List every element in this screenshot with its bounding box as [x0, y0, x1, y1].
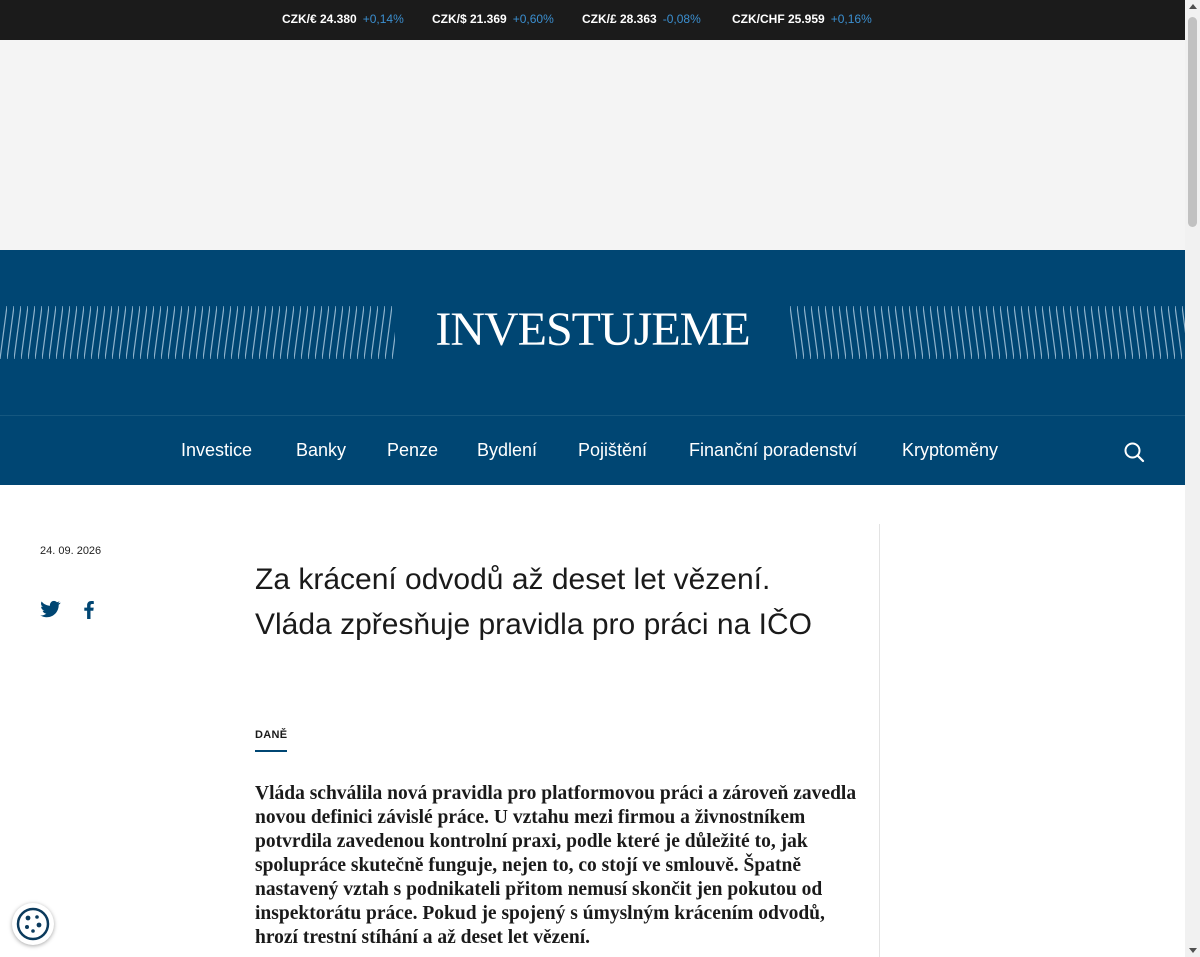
nav-item-banky[interactable]: Banky — [296, 440, 346, 461]
sidebar-divider — [879, 524, 880, 957]
ticker-change: +0,16% — [830, 12, 872, 26]
scroll-down-arrow-icon[interactable] — [1189, 948, 1197, 953]
ticker-item-usd: CZK/$ 21.369 +0,60% — [432, 12, 554, 26]
article-perex: Vláda schválila nová pravidla pro platfo… — [255, 783, 857, 948]
ticker-item-gbp: CZK/£ 28.363 -0,08% — [582, 12, 701, 26]
scrollbar-thumb[interactable] — [1188, 17, 1197, 227]
search-icon — [1124, 442, 1145, 463]
article-title: Za krácení odvodů až deset let vězení. V… — [255, 563, 812, 641]
scroll-up-arrow-icon[interactable] — [1189, 4, 1197, 9]
share-facebook-button[interactable] — [77, 597, 101, 621]
nav-item-bydleni[interactable]: Bydlení — [477, 440, 537, 461]
ticker-change: -0,08% — [662, 12, 701, 26]
ticker-item-chf: CZK/CHF 25.959 +0,16% — [732, 12, 872, 26]
facebook-icon — [84, 601, 94, 619]
hatch-decoration-right — [790, 306, 1185, 359]
nav-item-kryptomeny[interactable]: Kryptoměny — [902, 440, 998, 461]
page-scrollbar[interactable] — [1185, 0, 1200, 957]
article-date: 24. 09. 2026 — [40, 545, 102, 557]
ticker-pair: CZK/$ 21.369 — [432, 12, 507, 26]
share-twitter-button[interactable] — [38, 597, 62, 621]
cookie-icon — [16, 907, 50, 941]
currency-ticker: CZK/€ 24.380 +0,14% CZK/$ 21.369 +0,60% CZ… — [0, 0, 1185, 40]
twitter-icon — [40, 600, 61, 618]
ad-banner-slot — [0, 40, 1185, 250]
ticker-pair: CZK/€ 24.380 — [282, 12, 357, 26]
nav-item-penze[interactable]: Penze — [387, 440, 438, 461]
masthead: INVESTUJEME — [0, 250, 1185, 415]
article-category-tag[interactable]: DANĚ — [255, 729, 288, 752]
nav-item-pojisteni[interactable]: Pojištění — [578, 440, 647, 461]
nav-item-financni-poradenstvi[interactable]: Finanční poradenství — [689, 440, 857, 461]
search-button[interactable] — [1122, 440, 1146, 464]
ticker-change: +0,14% — [362, 12, 404, 26]
cookie-settings-button[interactable] — [12, 903, 54, 945]
nav-item-investice[interactable]: Investice — [181, 440, 252, 461]
ticker-change: +0,60% — [512, 12, 554, 26]
ticker-item-eur: CZK/€ 24.380 +0,14% — [282, 12, 404, 26]
main-nav: Investice Banky Penze Bydlení Pojištění … — [0, 415, 1185, 485]
ticker-pair: CZK/£ 28.363 — [582, 12, 657, 26]
ticker-pair: CZK/CHF 25.959 — [732, 12, 825, 26]
